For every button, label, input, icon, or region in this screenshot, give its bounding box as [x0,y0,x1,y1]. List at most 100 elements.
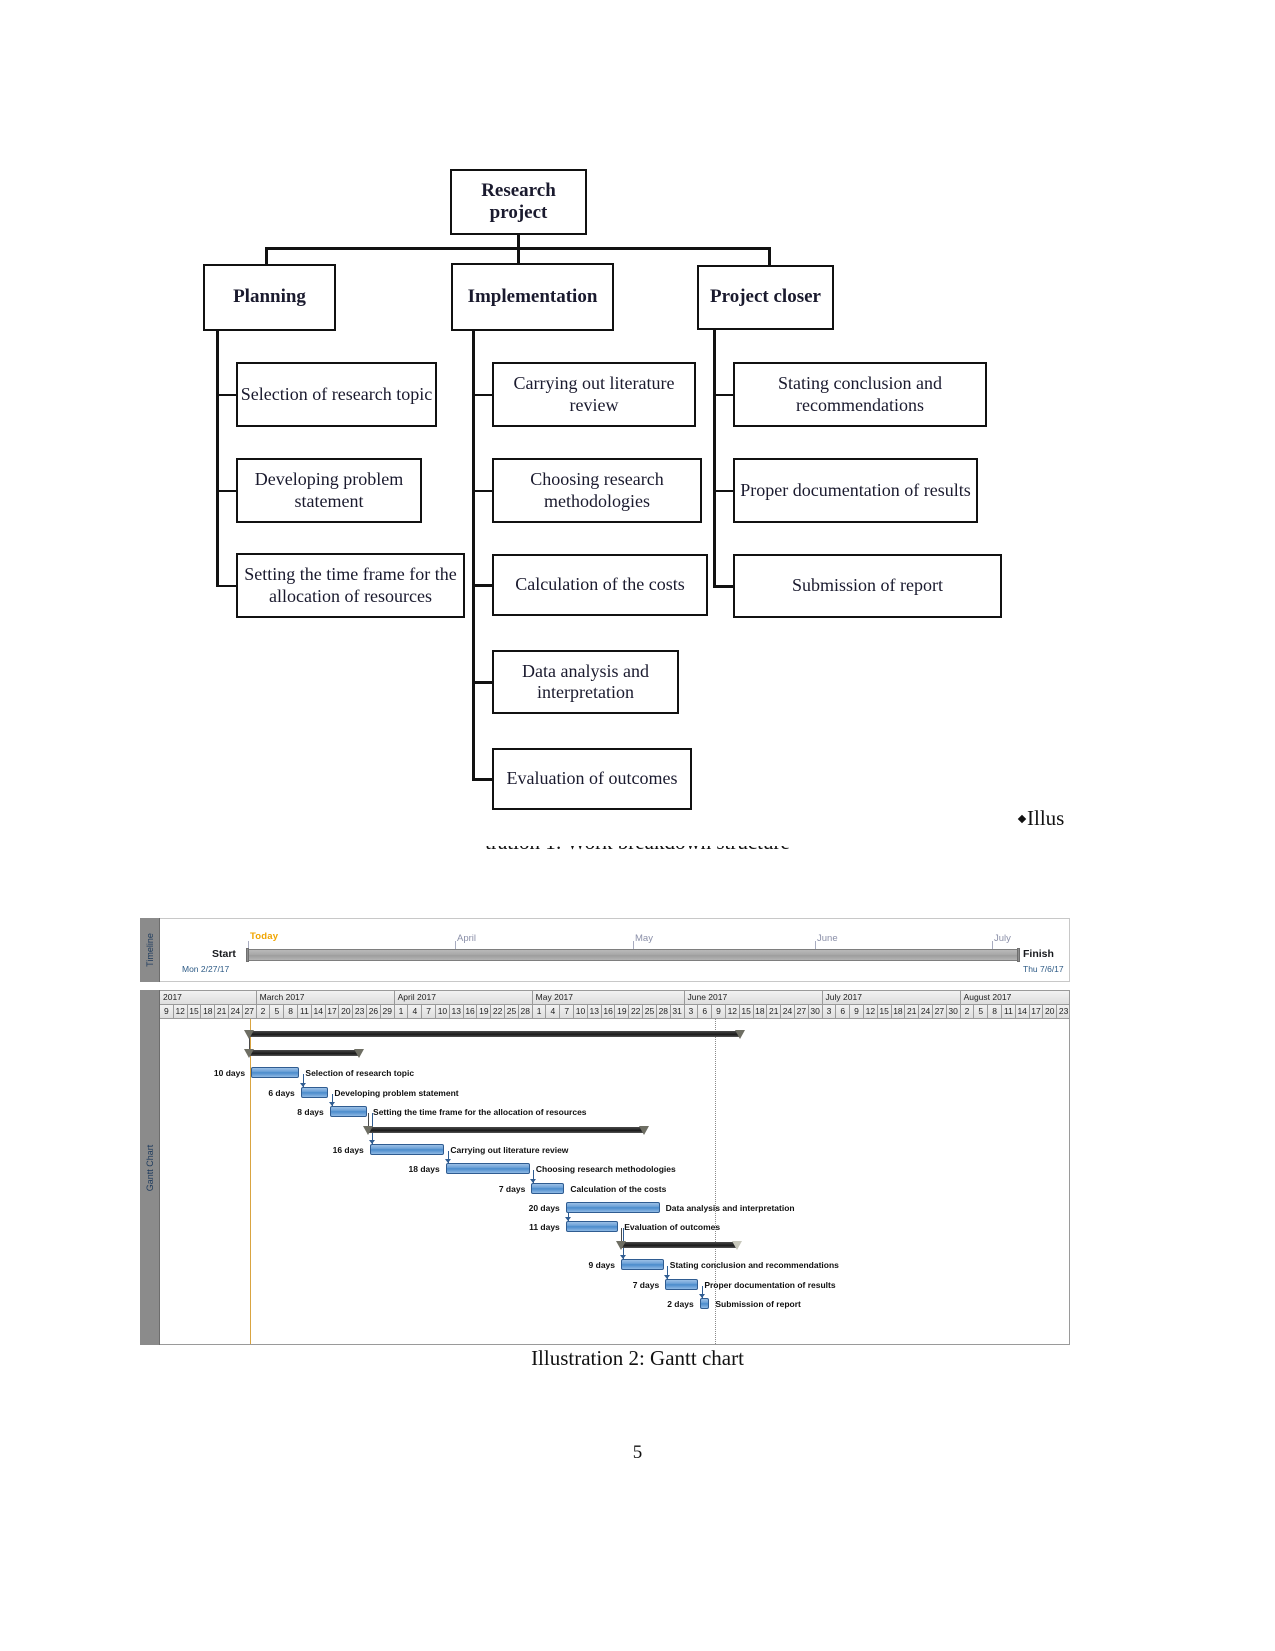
gantt-duration-label: 2 days [667,1298,694,1309]
timeline-finish-label: Finish [1023,948,1054,960]
status-date-line-marker [714,1019,716,1344]
gantt-summary-bar[interactable] [367,1127,645,1133]
timescale-day-cell: 18 [754,1005,768,1018]
timescale-day-cell: 21 [905,1005,920,1018]
timescale-day-cell: 19 [616,1005,630,1018]
dependency-arrow-icon [564,1217,571,1221]
timeline-month-april: April [457,933,477,944]
timescale-day-cell: 9 [712,1005,726,1018]
timescale-day-cell: 6 [836,1005,851,1018]
dependency-arrow-icon [620,1255,627,1260]
wbs-caption: tration 1: Work breakdown structure [0,846,1275,858]
gantt-plot-area[interactable]: 10 days Selection of research topic 6 days… [160,1019,1069,1344]
timeline-side-tab[interactable]: Timeline [140,918,160,982]
timescale-month-cell: August 2017 [961,991,1069,1004]
wbs-task-2-0: Stating conclusion and recommendations [733,362,987,427]
gantt-duration-label: 11 days [529,1222,560,1232]
gantt-task-bar[interactable] [369,1144,445,1156]
gantt-task-bar[interactable] [699,1297,710,1309]
gantt-task-bar[interactable] [565,1221,619,1232]
timescale-day-cell: 21 [215,1005,229,1018]
timescale-day-cell: 2 [961,1005,975,1018]
timescale-day-cell: 28 [519,1005,533,1018]
gantt-task-name-label: Data analysis and interpretation [665,1202,795,1213]
gantt-task-name-label: Proper documentation of results [704,1279,836,1290]
timescale-day-cell: 27 [243,1005,257,1018]
timescale-day-cell: 26 [367,1005,381,1018]
chart-panel: 2017 March 2017 April 2017 May 2017 June 201… [159,990,1070,1345]
dependency-arrow-icon [299,1082,306,1087]
gantt-side-tab[interactable]: Gantt Chart [140,990,160,1345]
wbs-task-1-4: Evaluation of outcomes [492,748,692,810]
gantt-side-label: Gantt Chart [144,1144,155,1191]
timescale-day-cell: 30 [809,1005,823,1018]
gantt-task-bar[interactable] [665,1278,699,1290]
timescale-day-cell: 7 [422,1005,437,1018]
list-bullet-icon [1017,814,1027,824]
gantt-summary-start-cap [615,1241,626,1251]
timescale-day-cell: 5 [974,1005,989,1018]
gantt-duration-label: 20 days [528,1202,560,1213]
gantt-task-name-label: Stating conclusion and recommendations [669,1260,839,1271]
timescale-day-cell: 4 [408,1005,423,1018]
gantt-summary-bar[interactable] [248,1050,359,1057]
wbs-diagram: Research project Planning Implementation Pr… [0,0,1275,880]
gantt-task-name-label: Selection of research topic [305,1068,415,1079]
gantt-summary-end-cap [639,1126,650,1135]
page-number: 5 [632,1442,643,1463]
timescale-day-cell: 29 [381,1005,395,1018]
timescale-day-cell: 9 [160,1005,174,1018]
gantt-task-name-label: Setting the time frame for the allocatio… [373,1106,587,1117]
wbs-task-0-2: Setting the time frame for the allocatio… [236,553,465,618]
gantt-task-name-label: Developing problem statement [334,1087,459,1098]
timescale-day-cell: 3 [823,1005,837,1018]
timescale-day-cell: 25 [643,1005,657,1018]
timescale-month-cell: May 2017 [533,991,685,1004]
timescale-month-cell: July 2017 [823,991,961,1004]
gantt-task-name-label: Calculation of the costs [570,1183,667,1194]
timescale-day-cell: 12 [864,1005,878,1018]
wbs-task-1-0: Carrying out literature review [492,362,696,427]
gantt-caption: Illustration 2: Gantt chart [531,1350,744,1368]
connector-stub [472,778,492,781]
timescale-month-cell: March 2017 [257,991,395,1004]
timescale-day-cell: 28 [657,1005,671,1018]
wbs-branch-project-closer: Project closer [697,265,834,330]
gantt-task-bar[interactable] [621,1259,664,1271]
gantt-summary-bar[interactable] [619,1242,737,1249]
gantt-summary-bar[interactable] [248,1031,740,1037]
timescale-day-cell: 31 [671,1005,685,1018]
timescale-day-cell: 12 [726,1005,740,1018]
gantt-summary-start-cap [244,1030,255,1039]
gantt-duration-label: 10 days [213,1068,246,1079]
gantt-task-bar[interactable] [445,1163,530,1175]
gantt-task-bar[interactable] [329,1105,368,1117]
connector-stub [472,681,492,684]
dependency-arrow-icon [328,1101,335,1106]
timescale-day-cell: 10 [574,1005,588,1018]
gantt-summary-start-cap [244,1049,255,1059]
wbs-task-1-1: Choosing research methodologies [492,458,702,523]
timeline-span-bar[interactable] [248,949,1018,961]
gantt-task-bar[interactable] [565,1201,660,1213]
timescale-day-cell: 22 [491,1005,506,1018]
timescale-month-cell: April 2017 [395,991,533,1004]
connector-stub [472,584,492,587]
timescale-day-cell: 6 [698,1005,713,1018]
timescale-day-cell: 13 [450,1005,464,1018]
timescale-day-cell: 27 [933,1005,947,1018]
timescale-day-cell: 11 [298,1005,312,1018]
connector-drop-planning [265,247,268,265]
connector-spine-implementation [472,331,475,779]
timescale-months-row: 2017 March 2017 April 2017 May 2017 June 201… [160,991,1069,1005]
connector-stub [216,393,236,396]
timescale-day-cell: 1 [533,1005,547,1018]
timescale-day-cell: 15 [878,1005,892,1018]
timeline-side-label: Timeline [144,933,155,967]
gantt-task-bar[interactable] [531,1182,565,1194]
gantt-duration-label: 7 days [632,1279,660,1290]
gantt-task-bar[interactable] [300,1086,329,1098]
gantt-task-bar[interactable] [251,1067,300,1079]
wbs-caption-text: tration 1: Work breakdown structure [0,846,1275,855]
timescale-day-cell: 3 [685,1005,699,1018]
